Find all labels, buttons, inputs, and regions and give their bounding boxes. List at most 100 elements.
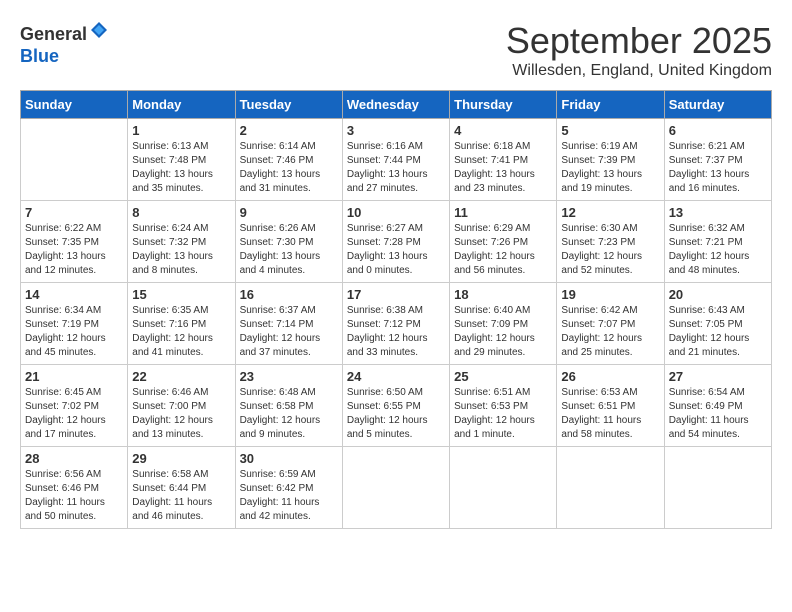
day-number: 9 [240,205,338,220]
calendar-cell: 17 Sunrise: 6:38 AMSunset: 7:12 PMDayligh… [342,283,449,365]
day-info: Sunrise: 6:19 AMSunset: 7:39 PMDaylight:… [561,140,659,196]
day-number: 10 [347,205,445,220]
calendar-cell: 22 Sunrise: 6:46 AMSunset: 7:00 PMDayligh… [128,365,235,447]
day-number: 22 [132,369,230,384]
day-number: 23 [240,369,338,384]
day-number: 28 [25,451,123,466]
day-number: 25 [454,369,552,384]
day-info: Sunrise: 6:30 AMSunset: 7:23 PMDaylight:… [561,222,659,278]
calendar-cell [450,447,557,529]
day-info: Sunrise: 6:24 AMSunset: 7:32 PMDaylight:… [132,222,230,278]
column-header-wednesday: Wednesday [342,91,449,119]
calendar-cell [342,447,449,529]
day-number: 15 [132,287,230,302]
calendar-cell: 30Sunrise: 6:59 AMSunset: 6:42 PMDayligh… [235,447,342,529]
day-info: Sunrise: 6:42 AMSunset: 7:07 PMDaylight:… [561,304,659,360]
day-info: Sunrise: 6:14 AMSunset: 7:46 PMDaylight:… [240,140,338,196]
day-number: 14 [25,287,123,302]
day-info: Sunrise: 6:51 AMSunset: 6:53 PMDaylight:… [454,386,552,442]
day-info: Sunrise: 6:16 AMSunset: 7:44 PMDaylight:… [347,140,445,196]
day-info: Sunrise: 6:21 AMSunset: 7:37 PMDaylight:… [669,140,767,196]
day-number: 3 [347,123,445,138]
day-info: Sunrise: 6:43 AMSunset: 7:05 PMDaylight:… [669,304,767,360]
day-number: 29 [132,451,230,466]
calendar-cell: 19Sunrise: 6:42 AMSunset: 7:07 PMDayligh… [557,283,664,365]
day-info: Sunrise: 6:29 AMSunset: 7:26 PMDaylight:… [454,222,552,278]
month-title: September 2025 [506,20,772,62]
logo: General Blue [20,20,109,67]
calendar-cell: 10 Sunrise: 6:27 AMSunset: 7:28 PMDayligh… [342,201,449,283]
calendar-cell: 13 Sunrise: 6:32 AMSunset: 7:21 PMDayligh… [664,201,771,283]
calendar-cell [664,447,771,529]
day-number: 2 [240,123,338,138]
day-info: Sunrise: 6:27 AMSunset: 7:28 PMDaylight:… [347,222,445,278]
day-info: Sunrise: 6:22 AMSunset: 7:35 PMDaylight:… [25,222,123,278]
calendar-cell: 1 Sunrise: 6:13 AMSunset: 7:48 PMDaylight… [128,119,235,201]
calendar-cell: 23 Sunrise: 6:48 AMSunset: 6:58 PMDayligh… [235,365,342,447]
calendar-cell: 24 Sunrise: 6:50 AMSunset: 6:55 PMDayligh… [342,365,449,447]
calendar-cell [21,119,128,201]
calendar-cell: 14Sunrise: 6:34 AMSunset: 7:19 PMDayligh… [21,283,128,365]
day-info: Sunrise: 6:38 AMSunset: 7:12 PMDaylight:… [347,304,445,360]
day-info: Sunrise: 6:50 AMSunset: 6:55 PMDaylight:… [347,386,445,442]
calendar-cell: 16 Sunrise: 6:37 AMSunset: 7:14 PMDayligh… [235,283,342,365]
calendar-cell: 21 Sunrise: 6:45 AMSunset: 7:02 PMDayligh… [21,365,128,447]
day-info: Sunrise: 6:54 AMSunset: 6:49 PMDaylight:… [669,386,767,442]
day-info: Sunrise: 6:26 AMSunset: 7:30 PMDaylight:… [240,222,338,278]
day-info: Sunrise: 6:40 AMSunset: 7:09 PMDaylight:… [454,304,552,360]
calendar-cell: 7 Sunrise: 6:22 AMSunset: 7:35 PMDaylight… [21,201,128,283]
day-number: 6 [669,123,767,138]
calendar-table: SundayMondayTuesdayWednesdayThursdayFrid… [20,90,772,529]
day-number: 20 [669,287,767,302]
day-info: Sunrise: 6:48 AMSunset: 6:58 PMDaylight:… [240,386,338,442]
calendar-cell: 18 Sunrise: 6:40 AMSunset: 7:09 PMDayligh… [450,283,557,365]
location: Willesden, England, United Kingdom [506,62,772,80]
day-info: Sunrise: 6:32 AMSunset: 7:21 PMDaylight:… [669,222,767,278]
day-number: 8 [132,205,230,220]
day-number: 11 [454,205,552,220]
day-number: 16 [240,287,338,302]
day-number: 18 [454,287,552,302]
calendar-cell: 6 Sunrise: 6:21 AMSunset: 7:37 PMDaylight… [664,119,771,201]
calendar-cell: 12 Sunrise: 6:30 AMSunset: 7:23 PMDayligh… [557,201,664,283]
day-info: Sunrise: 6:58 AMSunset: 6:44 PMDaylight:… [132,468,230,524]
calendar-cell: 29 Sunrise: 6:58 AMSunset: 6:44 PMDayligh… [128,447,235,529]
day-number: 1 [132,123,230,138]
calendar-cell: 26 Sunrise: 6:53 AMSunset: 6:51 PMDayligh… [557,365,664,447]
day-number: 27 [669,369,767,384]
day-number: 4 [454,123,552,138]
calendar-cell: 8 Sunrise: 6:24 AMSunset: 7:32 PMDaylight… [128,201,235,283]
day-info: Sunrise: 6:13 AMSunset: 7:48 PMDaylight:… [132,140,230,196]
logo-general: General [20,24,87,44]
day-info: Sunrise: 6:35 AMSunset: 7:16 PMDaylight:… [132,304,230,360]
calendar-cell: 20 Sunrise: 6:43 AMSunset: 7:05 PMDayligh… [664,283,771,365]
day-number: 26 [561,369,659,384]
calendar-cell: 2 Sunrise: 6:14 AMSunset: 7:46 PMDaylight… [235,119,342,201]
day-number: 24 [347,369,445,384]
day-number: 12 [561,205,659,220]
calendar-cell: 25 Sunrise: 6:51 AMSunset: 6:53 PMDayligh… [450,365,557,447]
day-info: Sunrise: 6:53 AMSunset: 6:51 PMDaylight:… [561,386,659,442]
day-number: 17 [347,287,445,302]
calendar-cell: 15 Sunrise: 6:35 AMSunset: 7:16 PMDayligh… [128,283,235,365]
day-number: 21 [25,369,123,384]
column-header-tuesday: Tuesday [235,91,342,119]
calendar-cell: 11 Sunrise: 6:29 AMSunset: 7:26 PMDayligh… [450,201,557,283]
day-number: 7 [25,205,123,220]
day-info: Sunrise: 6:56 AMSunset: 6:46 PMDaylight:… [25,468,123,524]
calendar-cell: 28 Sunrise: 6:56 AMSunset: 6:46 PMDayligh… [21,447,128,529]
day-info: Sunrise: 6:18 AMSunset: 7:41 PMDaylight:… [454,140,552,196]
day-info: Sunrise: 6:45 AMSunset: 7:02 PMDaylight:… [25,386,123,442]
title-block: September 2025 Willesden, England, Unite… [506,20,772,80]
logo-icon [89,20,109,40]
day-number: 13 [669,205,767,220]
column-header-sunday: Sunday [21,91,128,119]
day-info: Sunrise: 6:59 AMSunset: 6:42 PMDaylight:… [240,468,338,524]
day-number: 5 [561,123,659,138]
column-header-monday: Monday [128,91,235,119]
day-info: Sunrise: 6:37 AMSunset: 7:14 PMDaylight:… [240,304,338,360]
column-header-saturday: Saturday [664,91,771,119]
day-info: Sunrise: 6:46 AMSunset: 7:00 PMDaylight:… [132,386,230,442]
logo-blue: Blue [20,46,59,66]
calendar-cell: 5 Sunrise: 6:19 AMSunset: 7:39 PMDaylight… [557,119,664,201]
